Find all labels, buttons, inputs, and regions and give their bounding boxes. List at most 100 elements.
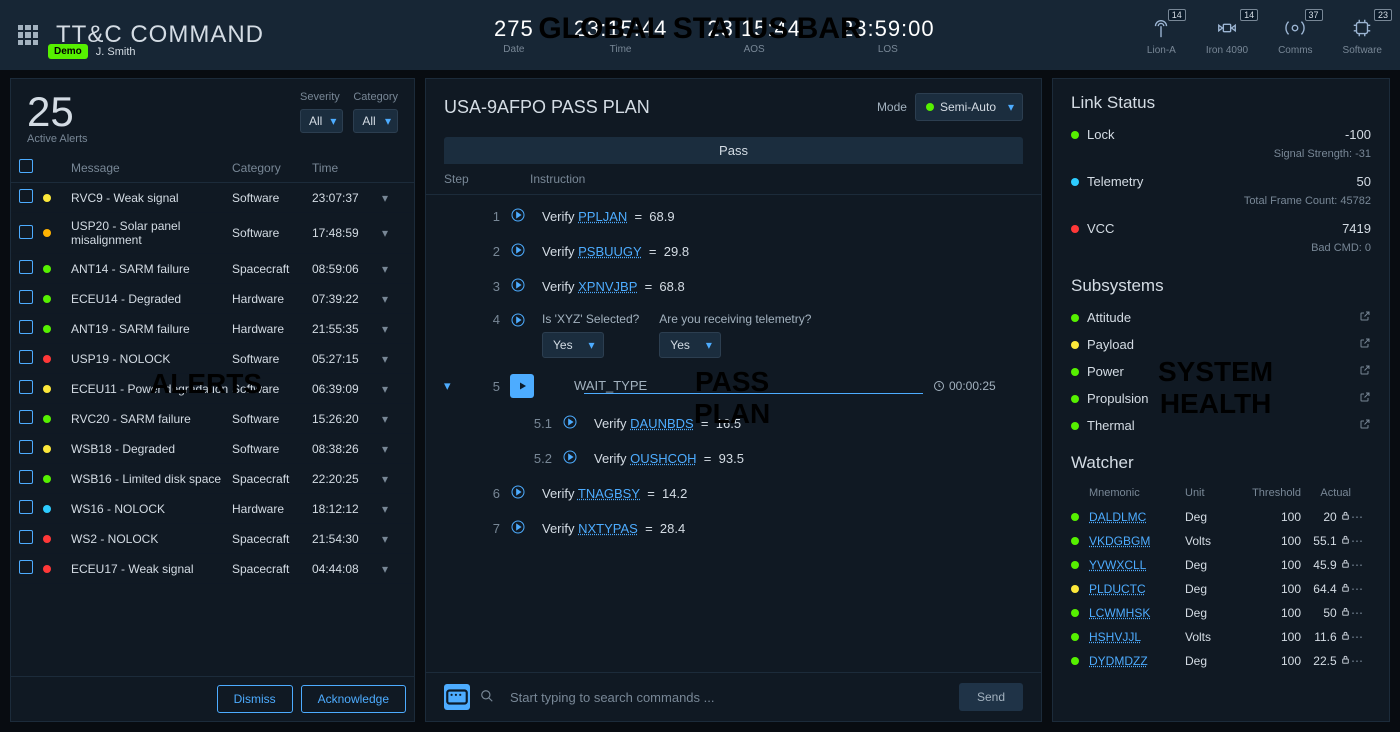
alert-row[interactable]: USP20 - Solar panel misalignment Softwar… [11, 213, 414, 254]
mnemonic-link[interactable]: OUSHCOH [630, 451, 696, 466]
subsystem-item[interactable]: Payload [1053, 331, 1389, 358]
command-search-input[interactable] [504, 684, 949, 711]
mode-select[interactable]: Semi-Auto [915, 93, 1023, 121]
launch-icon[interactable] [1359, 310, 1371, 325]
subsystem-item[interactable]: Thermal [1053, 412, 1389, 439]
mnemonic-link[interactable]: HSHVJJL [1089, 630, 1185, 644]
row-checkbox[interactable] [19, 500, 33, 514]
chevron-down-icon[interactable]: ▾ [382, 191, 406, 205]
row-checkbox[interactable] [19, 260, 33, 274]
severity-select[interactable]: All [300, 109, 343, 133]
question-1-select[interactable]: Yes [542, 332, 604, 358]
status-software[interactable]: 23 Software [1343, 15, 1382, 56]
mnemonic-link[interactable]: NXTYPAS [578, 521, 638, 536]
play-active-icon[interactable] [510, 374, 534, 398]
more-icon[interactable]: ⋯ [1351, 606, 1371, 620]
row-checkbox[interactable] [19, 530, 33, 544]
pass-tab[interactable]: Pass [444, 137, 1023, 164]
alert-row[interactable]: ANT14 - SARM failure Spacecraft 08:59:06… [11, 254, 414, 284]
watcher-row[interactable]: DALDLMC Deg 100 20 ⋯ [1053, 505, 1389, 529]
row-checkbox[interactable] [19, 225, 33, 239]
play-icon[interactable] [510, 242, 542, 261]
play-icon[interactable] [562, 414, 594, 433]
status-comms[interactable]: 37 Comms [1278, 15, 1312, 56]
row-checkbox[interactable] [19, 470, 33, 484]
mnemonic-link[interactable]: TNAGBSY [578, 486, 640, 501]
alert-row[interactable]: WS2 - NOLOCK Spacecraft 21:54:30 ▾ [11, 524, 414, 554]
mnemonic-link[interactable]: PLDUCTC [1089, 582, 1185, 596]
apps-icon[interactable] [18, 25, 38, 45]
row-checkbox[interactable] [19, 189, 33, 203]
chevron-down-icon[interactable]: ▾ [382, 262, 406, 276]
mnemonic-link[interactable]: PPLJAN [578, 209, 627, 224]
mnemonic-link[interactable]: DYDMDZZ [1089, 654, 1185, 668]
mnemonic-link[interactable]: LCWMHSK [1089, 606, 1185, 620]
alert-row[interactable]: WS16 - NOLOCK Hardware 18:12:12 ▾ [11, 494, 414, 524]
row-checkbox[interactable] [19, 320, 33, 334]
subsystem-item[interactable]: Power [1053, 358, 1389, 385]
more-icon[interactable]: ⋯ [1351, 534, 1371, 548]
mnemonic-link[interactable]: XPNVJBP [578, 279, 637, 294]
watcher-row[interactable]: LCWMHSK Deg 100 50 ⋯ [1053, 601, 1389, 625]
mnemonic-link[interactable]: DALDLMC [1089, 510, 1185, 524]
alert-row[interactable]: ECEU14 - Degraded Hardware 07:39:22 ▾ [11, 284, 414, 314]
row-checkbox[interactable] [19, 560, 33, 574]
chevron-down-icon[interactable]: ▾ [382, 322, 406, 336]
play-icon[interactable] [510, 519, 542, 538]
more-icon[interactable]: ⋯ [1351, 558, 1371, 572]
watcher-row[interactable]: VKDGBGM Volts 100 55.1 ⋯ [1053, 529, 1389, 553]
alert-row[interactable]: USP19 - NOLOCK Software 05:27:15 ▾ [11, 344, 414, 374]
chevron-down-icon[interactable]: ▾ [382, 382, 406, 396]
alert-row[interactable]: ECEU17 - Weak signal Spacecraft 04:44:08… [11, 554, 414, 584]
chevron-down-icon[interactable]: ▾ [382, 532, 406, 546]
mnemonic-link[interactable]: VKDGBGM [1089, 534, 1185, 548]
question-2-select[interactable]: Yes [659, 332, 721, 358]
subsystem-item[interactable]: Attitude [1053, 304, 1389, 331]
chevron-down-icon[interactable]: ▾ [444, 378, 474, 394]
status-iron 4090[interactable]: 14 Iron 4090 [1206, 15, 1248, 56]
alert-row[interactable]: RVC20 - SARM failure Software 15:26:20 ▾ [11, 404, 414, 434]
mnemonic-link[interactable]: YVWXCLL [1089, 558, 1185, 572]
subsystem-item[interactable]: Propulsion [1053, 385, 1389, 412]
launch-icon[interactable] [1359, 364, 1371, 379]
more-icon[interactable]: ⋯ [1351, 630, 1371, 644]
row-checkbox[interactable] [19, 440, 33, 454]
mnemonic-link[interactable]: DAUNBDS [630, 416, 694, 431]
alert-row[interactable]: WSB18 - Degraded Software 08:38:26 ▾ [11, 434, 414, 464]
select-all-checkbox[interactable] [19, 159, 33, 173]
chevron-down-icon[interactable]: ▾ [382, 442, 406, 456]
watcher-row[interactable]: DYDMDZZ Deg 100 22.5 ⋯ [1053, 649, 1389, 673]
watcher-row[interactable]: PLDUCTC Deg 100 64.4 ⋯ [1053, 577, 1389, 601]
launch-icon[interactable] [1359, 391, 1371, 406]
command-palette-button[interactable] [444, 684, 470, 710]
status-lion-a[interactable]: 14 Lion-A [1147, 15, 1176, 56]
play-icon[interactable] [510, 484, 542, 503]
chevron-down-icon[interactable]: ▾ [382, 292, 406, 306]
play-icon[interactable] [562, 449, 594, 468]
launch-icon[interactable] [1359, 418, 1371, 433]
chevron-down-icon[interactable]: ▾ [382, 502, 406, 516]
launch-icon[interactable] [1359, 337, 1371, 352]
watcher-row[interactable]: HSHVJJL Volts 100 11.6 ⋯ [1053, 625, 1389, 649]
chevron-down-icon[interactable]: ▾ [382, 226, 406, 240]
alert-row[interactable]: ECEU11 - Power degradation Software 06:3… [11, 374, 414, 404]
more-icon[interactable]: ⋯ [1351, 510, 1371, 524]
alert-row[interactable]: WSB16 - Limited disk space Spacecraft 22… [11, 464, 414, 494]
more-icon[interactable]: ⋯ [1351, 654, 1371, 668]
row-checkbox[interactable] [19, 350, 33, 364]
chevron-down-icon[interactable]: ▾ [382, 352, 406, 366]
more-icon[interactable]: ⋯ [1351, 582, 1371, 596]
category-select[interactable]: All [353, 109, 398, 133]
chevron-down-icon[interactable]: ▾ [382, 472, 406, 486]
row-checkbox[interactable] [19, 290, 33, 304]
row-checkbox[interactable] [19, 380, 33, 394]
play-icon[interactable] [510, 312, 542, 331]
chevron-down-icon[interactable]: ▾ [382, 562, 406, 576]
chevron-down-icon[interactable]: ▾ [382, 412, 406, 426]
watcher-row[interactable]: YVWXCLL Deg 100 45.9 ⋯ [1053, 553, 1389, 577]
send-button[interactable]: Send [959, 683, 1023, 711]
acknowledge-button[interactable]: Acknowledge [301, 685, 406, 713]
play-icon[interactable] [510, 207, 542, 226]
play-icon[interactable] [510, 277, 542, 296]
dismiss-button[interactable]: Dismiss [217, 685, 293, 713]
